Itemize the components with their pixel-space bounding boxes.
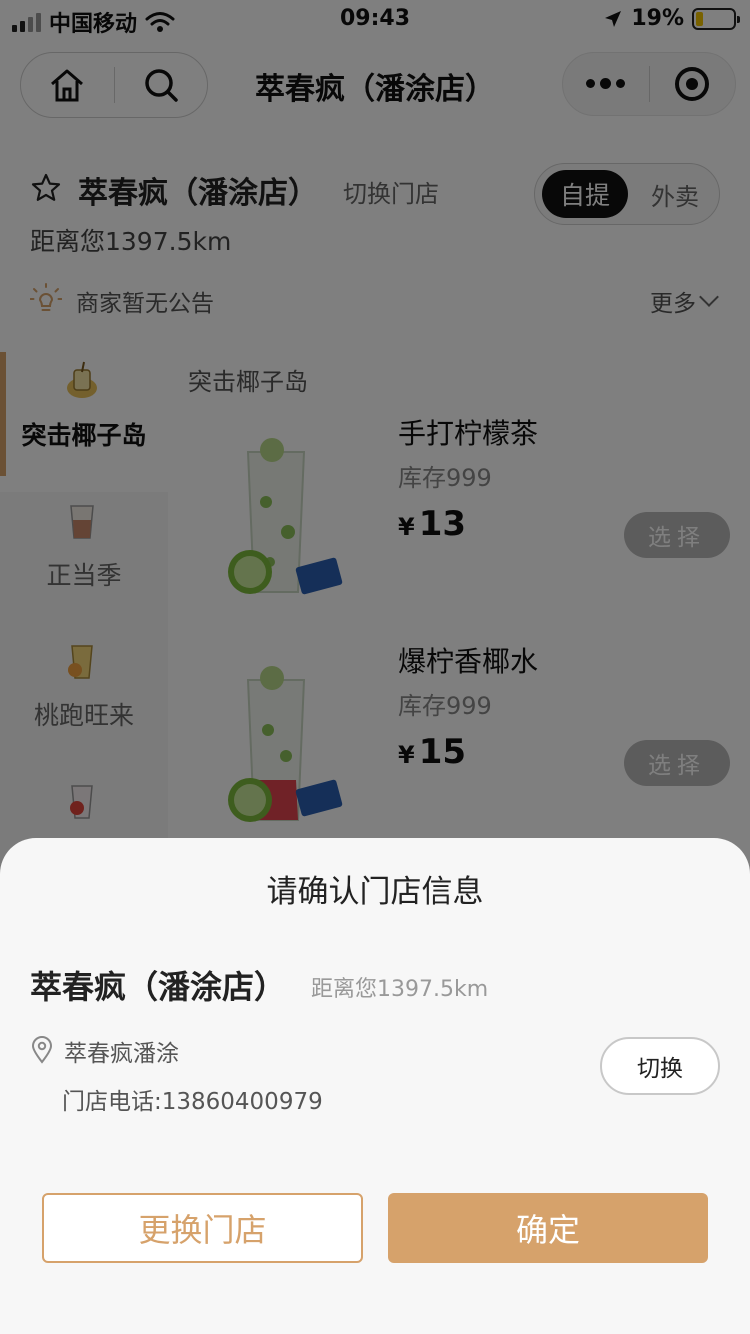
sheet-title: 请确认门店信息 xyxy=(266,874,484,910)
store-phone: 门店电话:13860400979 xyxy=(62,1089,323,1115)
switch-button[interactable]: 切换 xyxy=(600,1037,720,1095)
store-address: 萃春疯潘涂 xyxy=(64,1041,179,1067)
location-pin-icon xyxy=(31,1036,53,1064)
change-store-button[interactable]: 更换门店 xyxy=(42,1193,363,1263)
sheet-distance: 距离您1397.5km xyxy=(311,977,489,1002)
confirm-button[interactable]: 确定 xyxy=(388,1193,708,1263)
sheet-shop-name: 萃春疯（潘涂店） xyxy=(30,968,287,1006)
confirm-store-sheet: 请确认门店信息 萃春疯（潘涂店） 距离您1397.5km 萃春疯潘涂 门店电话:… xyxy=(0,838,750,1334)
